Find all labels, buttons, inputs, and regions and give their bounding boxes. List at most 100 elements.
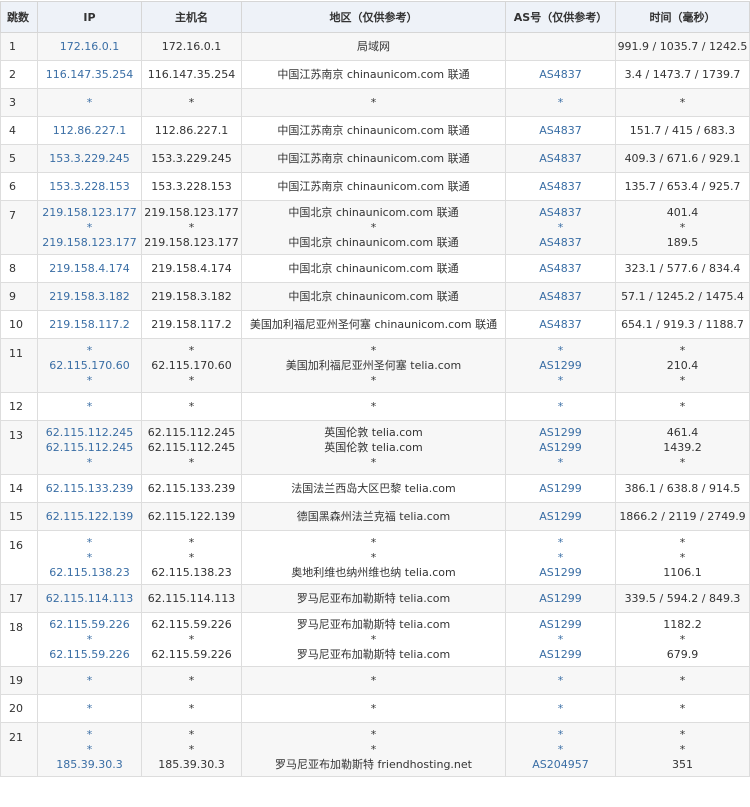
hostname-cell: * * 185.39.30.3 — [141, 722, 242, 777]
asn-value[interactable]: AS1299 — [506, 504, 615, 530]
hostname-value: 62.115.170.60 — [151, 359, 232, 372]
asn-value[interactable]: AS1299 — [506, 476, 615, 502]
hostname-value: * — [188, 728, 195, 741]
time-cell: 151.7 / 415 / 683.3 — [615, 116, 750, 145]
ip-value[interactable]: 116.147.35.254 — [38, 62, 141, 88]
hostname-cell: 112.86.227.1 — [141, 116, 242, 145]
asn-value: * — [557, 456, 564, 469]
asn-value[interactable]: AS4837 — [506, 146, 615, 172]
asn-cell: AS4837 — [505, 282, 616, 311]
hop-number: 5 — [0, 144, 38, 173]
ip-value[interactable]: 62.115.170.60 — [38, 358, 141, 373]
asn-cell: * * AS204957 — [505, 722, 616, 777]
hop-number: 18 — [0, 612, 38, 667]
ip-value[interactable]: 62.115.112.245 — [38, 440, 141, 455]
hop-number: 9 — [0, 282, 38, 311]
time-value: * — [679, 95, 686, 109]
time-cell: 386.1 / 638.8 / 914.5 — [615, 474, 750, 503]
time-value: * — [679, 374, 686, 387]
ip-value[interactable]: 172.16.0.1 — [38, 34, 141, 60]
ip-value[interactable]: 219.158.117.2 — [38, 312, 141, 338]
asn-value[interactable]: AS4837 — [506, 256, 615, 282]
asn-value[interactable]: AS1299 — [506, 425, 615, 440]
asn-value: * — [557, 536, 564, 549]
asn-value[interactable]: AS4837 — [506, 312, 615, 338]
ip-value[interactable]: 112.86.227.1 — [38, 118, 141, 144]
region-value: * — [370, 374, 377, 387]
time-value: * — [679, 743, 686, 756]
asn-value: * — [557, 344, 564, 357]
ip-value[interactable]: 62.115.59.226 — [38, 647, 141, 662]
asn-value[interactable]: AS1299 — [506, 358, 615, 373]
hostname-cell: 62.115.59.226 * 62.115.59.226 — [141, 612, 242, 667]
ip-value[interactable]: 62.115.114.113 — [38, 586, 141, 612]
time-value: 3.4 / 1473.7 / 1739.7 — [624, 67, 741, 81]
hop-number: 13 — [0, 420, 38, 475]
ip-cell: 62.115.114.113 — [37, 584, 142, 613]
ip-cell: * * 185.39.30.3 — [37, 722, 142, 777]
hostname-value: 153.3.229.245 — [151, 151, 232, 165]
ip-value[interactable]: 219.158.4.174 — [38, 256, 141, 282]
ip-value[interactable]: 219.158.3.182 — [38, 284, 141, 310]
hostname-cell: 219.158.4.174 — [141, 254, 242, 283]
asn-cell: * AS1299 * — [505, 338, 616, 393]
region-value: 中国江苏南京 chinaunicom.com 联通 — [277, 179, 470, 193]
region-value: * — [370, 399, 377, 413]
asn-value[interactable]: AS1299 — [506, 617, 615, 632]
ip-value[interactable]: 62.115.138.23 — [38, 565, 141, 580]
region-cell: * * 罗马尼亚布加勒斯特 friendhosting.net — [241, 722, 506, 777]
asn-value[interactable]: AS4837 — [506, 205, 615, 220]
asn-value[interactable]: AS4837 — [506, 174, 615, 200]
time-value: 351 — [672, 758, 693, 771]
asn-value[interactable]: AS4837 — [506, 284, 615, 310]
hop-number: 7 — [0, 200, 38, 255]
asn-value[interactable]: AS1299 — [506, 440, 615, 455]
table-row: 8 219.158.4.174 219.158.4.174 中国北京 chinauni… — [0, 254, 750, 283]
ip-value[interactable]: 62.115.122.139 — [38, 504, 141, 530]
asn-value[interactable]: AS1299 — [506, 647, 615, 662]
ip-value[interactable]: 62.115.133.239 — [38, 476, 141, 502]
ip-value[interactable]: 219.158.123.177 — [38, 235, 141, 250]
table-row: 20 * * * * * — [0, 694, 750, 723]
asn-value[interactable]: AS4837 — [506, 62, 615, 88]
hostname-value: 62.115.122.139 — [147, 509, 236, 523]
ip-value[interactable]: 153.3.228.153 — [38, 174, 141, 200]
ip-cell: 219.158.117.2 — [37, 310, 142, 339]
hostname-cell: 62.115.133.239 — [141, 474, 242, 503]
column-header-region: 地区（仅供参考） — [241, 1, 506, 33]
time-value: 654.1 / 919.3 / 1188.7 — [621, 317, 744, 331]
ip-cell: 62.115.112.245 62.115.112.245 * — [37, 420, 142, 475]
asn-value[interactable]: AS4837 — [506, 235, 615, 250]
hostname-value: * — [188, 374, 195, 387]
hostname-value: * — [188, 551, 195, 564]
ip-value[interactable]: 185.39.30.3 — [38, 757, 141, 772]
hostname-value: 172.16.0.1 — [161, 39, 222, 53]
ip-value[interactable]: 219.158.123.177 — [38, 205, 141, 220]
asn-value[interactable]: AS204957 — [506, 757, 615, 772]
table-row: 7 219.158.123.177 * 219.158.123.177 219.158.… — [0, 200, 750, 255]
ip-value[interactable]: 153.3.229.245 — [38, 146, 141, 172]
ip-value[interactable]: 62.115.112.245 — [38, 425, 141, 440]
hop-number: 17 — [0, 584, 38, 613]
ip-value[interactable]: 62.115.59.226 — [38, 617, 141, 632]
asn-value[interactable]: AS1299 — [506, 565, 615, 580]
region-cell: 局域网 — [241, 32, 506, 61]
hostname-value: 62.115.112.245 — [147, 441, 236, 454]
asn-value[interactable]: AS1299 — [506, 586, 615, 612]
column-header-time: 时间（毫秒） — [615, 1, 750, 33]
region-cell: 罗马尼亚布加勒斯特 telia.com * 罗马尼亚布加勒斯特 telia.com — [241, 612, 506, 667]
region-value: * — [370, 728, 377, 741]
asn-cell: AS4837 * AS4837 — [505, 200, 616, 255]
time-value: * — [679, 536, 686, 549]
table-body: 1 172.16.0.1 172.16.0.1 局域网 991.9 / 1035.7 /… — [0, 32, 750, 777]
ip-value: * — [86, 95, 93, 109]
hop-number: 6 — [0, 172, 38, 201]
table-row: 2 116.147.35.254 116.147.35.254 中国江苏南京 chin… — [0, 60, 750, 89]
hostname-cell: 62.115.122.139 — [141, 502, 242, 531]
asn-cell: AS4837 — [505, 60, 616, 89]
hostname-cell: 219.158.117.2 — [141, 310, 242, 339]
region-value: 美国加利福尼亚州圣何塞 telia.com — [285, 359, 462, 372]
hostname-cell: * — [141, 694, 242, 723]
asn-value[interactable]: AS4837 — [506, 118, 615, 144]
time-value: 151.7 / 415 / 683.3 — [629, 123, 736, 137]
